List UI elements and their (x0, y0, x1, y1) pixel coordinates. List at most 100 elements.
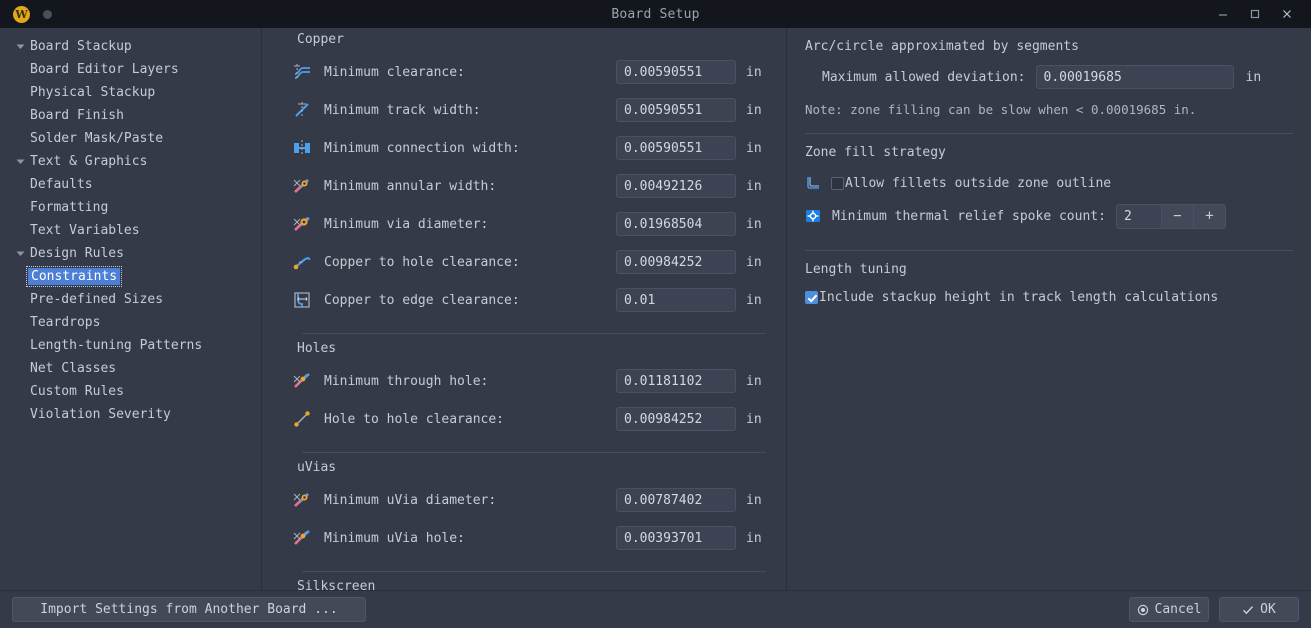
field-label: Hole to hole clearance: (324, 411, 505, 427)
sidebar-item-label: Violation Severity (30, 407, 171, 422)
sidebar-item-net-classes[interactable]: Net Classes (0, 357, 261, 380)
import-settings-button[interactable]: Import Settings from Another Board ... (12, 597, 366, 622)
field-row: Minimum connection width: in (280, 129, 768, 167)
expander-caret-icon[interactable] (12, 249, 28, 258)
field-unit: in (746, 178, 762, 194)
sidebar-item-solder-mask-paste[interactable]: Solder Mask/Paste (0, 127, 261, 150)
window-menu-dot-icon[interactable] (43, 9, 52, 19)
field-input[interactable] (616, 488, 736, 512)
field-row: Minimum via diameter: in (280, 205, 768, 243)
field-label: Minimum via diameter: (324, 216, 489, 232)
sidebar-item-text-variables[interactable]: Text Variables (0, 219, 261, 242)
section-divider (302, 333, 766, 334)
sidebar-item-label: Board Finish (30, 108, 124, 123)
zone-fill-group-title: Zone fill strategy (805, 145, 946, 160)
field-input[interactable] (616, 288, 736, 312)
arc-approximation-group: Arc/circle approximated by segments Maxi… (805, 28, 1293, 134)
field-input[interactable] (616, 407, 736, 431)
field-input[interactable] (616, 369, 736, 393)
sidebar-item-physical-stackup[interactable]: Physical Stackup (0, 81, 261, 104)
sidebar-item-board-stackup[interactable]: Board Stackup (0, 35, 261, 58)
sidebar-item-label: Pre-defined Sizes (30, 292, 164, 307)
allow-fillets-checkbox[interactable] (831, 176, 844, 190)
dialog-footer: Import Settings from Another Board ... C… (0, 590, 1311, 628)
spoke-count-increment-button[interactable]: + (1193, 203, 1226, 229)
min-uvia-diameter-icon (280, 490, 324, 510)
sidebar-item-text-graphics[interactable]: Text & Graphics (0, 150, 261, 173)
field-input[interactable] (616, 526, 736, 550)
sidebar-item-formatting[interactable]: Formatting (0, 196, 261, 219)
field-label: Minimum connection width: (324, 140, 520, 156)
field-row: Minimum clearance: in (280, 53, 768, 91)
title-bar: W Board Setup (0, 0, 1311, 28)
thermal-spoke-icon (805, 208, 831, 224)
sidebar-item-design-rules[interactable]: Design Rules (0, 242, 261, 265)
settings-tree[interactable]: Board Stackup Board Editor Layers Physical… (0, 28, 262, 590)
zone-fillet-icon (805, 175, 831, 191)
sidebar-item-custom-rules[interactable]: Custom Rules (0, 380, 261, 403)
field-label: Copper to edge clearance: (324, 292, 520, 308)
close-icon[interactable] (1271, 0, 1303, 28)
allow-fillets-row[interactable]: Allow fillets outside zone outline (805, 168, 1293, 198)
sidebar-item-label: Solder Mask/Paste (30, 131, 164, 146)
field-unit: in (746, 102, 762, 118)
field-row: Copper to edge clearance: in (280, 281, 768, 319)
expander-caret-icon[interactable] (12, 157, 28, 166)
min-uvia-hole-icon (280, 528, 324, 548)
minimize-icon[interactable] (1207, 0, 1239, 28)
length-tuning-group-title: Length tuning (805, 262, 907, 277)
sidebar-item-board-finish[interactable]: Board Finish (0, 104, 261, 127)
field-label: Minimum annular width: (324, 178, 497, 194)
field-unit: in (746, 216, 762, 232)
sidebar-item-length-tuning-patterns[interactable]: Length-tuning Patterns (0, 334, 261, 357)
include-stackup-checkbox[interactable] (805, 290, 818, 304)
section-divider (302, 571, 766, 572)
spoke-count-input[interactable] (1115, 203, 1162, 229)
ok-button[interactable]: OK (1219, 597, 1299, 622)
maximize-icon[interactable] (1239, 0, 1271, 28)
sidebar-item-board-editor-layers[interactable]: Board Editor Layers (0, 58, 261, 81)
spoke-count-stepper[interactable]: − + (1115, 203, 1226, 229)
include-stackup-row[interactable]: Include stackup height in track length c… (805, 285, 1293, 309)
zone-fill-strategy-group: Zone fill strategy Allow fillets outside… (805, 134, 1293, 251)
section-title: Silkscreen (297, 579, 376, 590)
board-setup-dialog: W Board Setup Board Stackup Board Editor … (0, 0, 1311, 628)
section-title: uVias (297, 460, 337, 475)
section-holes: HolesMinimum through hole:inHole to hole… (280, 329, 768, 438)
section-title: Copper (297, 32, 344, 47)
field-input[interactable] (616, 136, 736, 160)
field-unit: in (746, 373, 762, 389)
sidebar-item-constraints[interactable]: Constraints (0, 265, 261, 288)
field-label: Minimum track width: (324, 102, 481, 118)
field-input[interactable] (616, 98, 736, 122)
field-row: Minimum uVia diameter: in (280, 481, 768, 519)
max-deviation-input[interactable] (1035, 65, 1234, 89)
expander-caret-icon[interactable] (12, 42, 28, 51)
field-input[interactable] (616, 212, 736, 236)
sidebar-item-pre-defined-sizes[interactable]: Pre-defined Sizes (0, 288, 261, 311)
allow-fillets-label: Allow fillets outside zone outline (845, 175, 1112, 191)
sidebar-item-label: Teardrops (30, 315, 101, 330)
copper-to-edge-icon (280, 290, 324, 310)
field-row: Minimum uVia hole: in (280, 519, 768, 557)
sidebar-item-teardrops[interactable]: Teardrops (0, 311, 261, 334)
field-label: Minimum through hole: (324, 373, 489, 389)
spoke-count-decrement-button[interactable]: − (1161, 203, 1194, 229)
check-icon (1242, 604, 1254, 616)
field-input[interactable] (616, 174, 736, 198)
cancel-button[interactable]: Cancel (1129, 597, 1209, 622)
sidebar-item-violation-severity[interactable]: Violation Severity (0, 403, 261, 426)
field-unit: in (746, 411, 762, 427)
field-unit: in (746, 64, 762, 80)
field-input[interactable] (616, 250, 736, 274)
app-logo-icon: W (13, 5, 30, 23)
sidebar-item-defaults[interactable]: Defaults (0, 173, 261, 196)
include-stackup-label: Include stackup height in track length c… (819, 289, 1219, 305)
field-unit: in (746, 140, 762, 156)
field-unit: in (746, 492, 762, 508)
sidebar-item-label: Text & Graphics (30, 154, 148, 169)
field-input[interactable] (616, 60, 736, 84)
field-row: Minimum track width: in (280, 91, 768, 129)
field-row: Minimum through hole: in (280, 362, 768, 400)
spoke-count-row: Minimum thermal relief spoke count: − + (805, 198, 1293, 234)
